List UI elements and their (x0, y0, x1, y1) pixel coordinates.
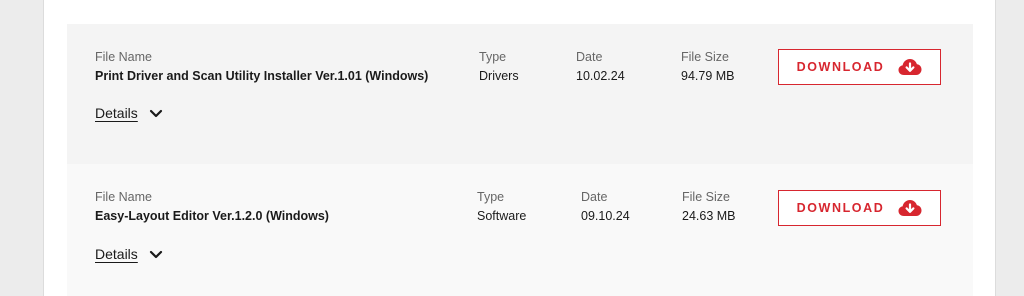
cloud-download-icon (898, 200, 922, 216)
previous-file-row (67, 0, 973, 24)
download-button-label: DOWNLOAD (796, 201, 885, 215)
details-label: Details (95, 246, 138, 262)
file-size-value: 94.79 MB (681, 69, 735, 83)
page: File Name Print Driver and Scan Utility … (0, 0, 1024, 296)
type-label: Type (479, 50, 507, 64)
date-value: 10.02.24 (576, 69, 625, 83)
file-name-label: File Name (95, 190, 152, 204)
file-name: Easy-Layout Editor Ver.1.2.0 (Windows) (95, 209, 329, 223)
type-value: Drivers (479, 69, 519, 83)
file-size-label: File Size (681, 50, 729, 64)
date-value: 09.10.24 (581, 209, 630, 223)
download-button[interactable]: DOWNLOAD (778, 190, 941, 226)
file-size-value: 24.63 MB (682, 209, 736, 223)
details-label: Details (95, 105, 138, 121)
file-size-label: File Size (682, 190, 730, 204)
type-label: Type (477, 190, 505, 204)
chevron-down-icon (149, 109, 162, 118)
file-row: File Name Print Driver and Scan Utility … (67, 24, 973, 164)
chevron-down-icon (149, 250, 162, 259)
download-button-label: DOWNLOAD (796, 60, 885, 74)
download-button[interactable]: DOWNLOAD (778, 49, 941, 85)
details-toggle[interactable]: Details (95, 105, 164, 121)
file-name-label: File Name (95, 50, 152, 64)
date-label: Date (576, 50, 603, 64)
date-label: Date (581, 190, 608, 204)
file-name: Print Driver and Scan Utility Installer … (95, 69, 429, 83)
file-row: File Name Easy-Layout Editor Ver.1.2.0 (… (67, 164, 973, 296)
cloud-download-icon (898, 59, 922, 75)
type-value: Software (477, 209, 527, 223)
details-toggle[interactable]: Details (95, 246, 164, 262)
